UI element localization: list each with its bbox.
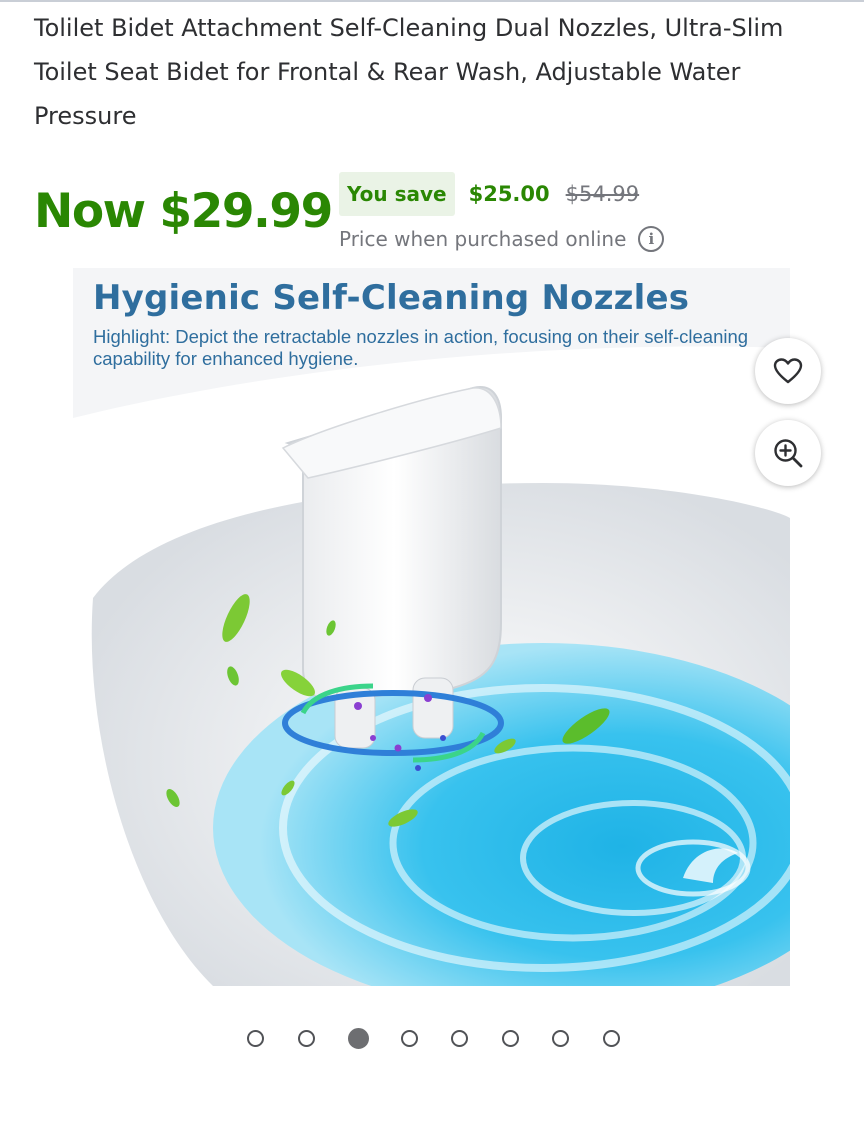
product-image-artwork bbox=[73, 268, 790, 986]
price-note-text: Price when purchased online bbox=[339, 227, 627, 251]
image-caption: Highlight: Depict the retractable nozzle… bbox=[93, 326, 749, 369]
carousel-dot[interactable] bbox=[247, 1029, 264, 1047]
carousel-dot-active[interactable] bbox=[348, 1027, 369, 1049]
product-image[interactable]: Hygienic Self-Cleaning Nozzles Highlight… bbox=[73, 268, 790, 986]
image-heading: Hygienic Self-Cleaning Nozzles bbox=[93, 278, 690, 318]
info-icon[interactable]: i bbox=[638, 226, 665, 252]
current-price: Now $29.99 bbox=[34, 184, 333, 239]
you-save-badge: You save bbox=[339, 172, 455, 216]
savings-row: You save $25.00 $54.99 bbox=[339, 172, 639, 216]
was-price: $54.99 bbox=[565, 182, 640, 206]
save-amount: $25.00 bbox=[468, 182, 550, 206]
carousel-dot[interactable] bbox=[602, 1029, 620, 1047]
carousel-dot[interactable] bbox=[400, 1029, 418, 1047]
carousel-dot[interactable] bbox=[501, 1029, 519, 1047]
zoom-button[interactable] bbox=[755, 420, 821, 486]
top-divider bbox=[0, 0, 864, 2]
carousel-dot[interactable] bbox=[552, 1029, 569, 1047]
zoom-in-icon bbox=[774, 439, 803, 468]
carousel-dot[interactable] bbox=[297, 1029, 315, 1047]
carousel-pagination bbox=[247, 1027, 653, 1049]
favorite-button[interactable] bbox=[755, 338, 821, 404]
price-note: Price when purchased online i bbox=[339, 224, 665, 254]
heart-icon bbox=[773, 358, 803, 384]
product-title: Tolilet Bidet Attachment Self-Cleaning D… bbox=[34, 14, 784, 130]
carousel-dot[interactable] bbox=[451, 1029, 468, 1047]
